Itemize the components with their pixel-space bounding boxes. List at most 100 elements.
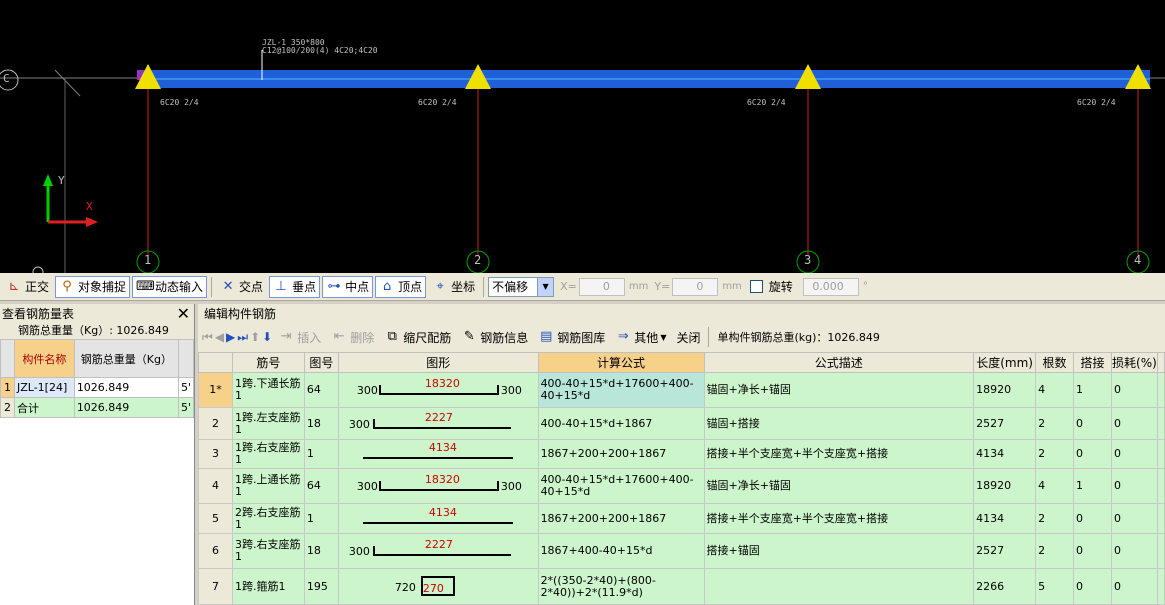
formula-desc[interactable]: 搭接+锚固 bbox=[703, 533, 975, 569]
component-name[interactable]: 合计 bbox=[14, 397, 75, 418]
fig-no[interactable]: 1 bbox=[303, 503, 339, 534]
fig-no[interactable]: 1 bbox=[303, 439, 339, 469]
bar-name[interactable]: 2跨.右支座筋1 bbox=[231, 503, 305, 534]
formula[interactable]: 1867+200+200+1867 bbox=[537, 439, 705, 469]
next-record-icon[interactable]: ▶ bbox=[226, 330, 235, 344]
count[interactable]: 2 bbox=[1035, 503, 1075, 534]
rebar-info-button[interactable]: ✎ 钢筋信息 bbox=[457, 326, 532, 348]
rotate-input[interactable]: 0.000 bbox=[802, 277, 859, 296]
formula-desc[interactable] bbox=[703, 568, 975, 605]
col-header-lap[interactable]: 搭接 bbox=[1073, 352, 1112, 373]
col-header-length[interactable]: 长度(mm) bbox=[973, 352, 1037, 373]
count[interactable]: 2 bbox=[1035, 439, 1075, 469]
lap[interactable]: 0 bbox=[1073, 439, 1112, 469]
scale-rebar-button[interactable]: ⧉ 缩尺配筋 bbox=[380, 326, 455, 348]
shape-cell[interactable]: 300 18320 300 bbox=[337, 372, 539, 408]
formula[interactable]: 2*((350-2*40)+(800-2*40))+2*(11.9*d) bbox=[537, 568, 705, 605]
rotate-checkbox[interactable] bbox=[749, 280, 763, 293]
count[interactable]: 2 bbox=[1035, 407, 1075, 440]
formula[interactable]: 1867+400-40+15*d bbox=[537, 533, 705, 569]
table-row[interactable]: 1* 1跨.下通长筋1 64 300 18320 300 400-40+15*d… bbox=[198, 372, 1165, 408]
fig-no[interactable]: 195 bbox=[303, 568, 339, 605]
formula-desc[interactable]: 锚固+净长+锚固 bbox=[703, 372, 975, 408]
fig-no[interactable]: 18 bbox=[303, 407, 339, 440]
bar-name[interactable]: 1跨.下通长筋1 bbox=[231, 372, 305, 408]
shape-cell[interactable]: 300 18320 300 bbox=[337, 468, 539, 504]
bar-name[interactable]: 1跨.右支座筋1 bbox=[231, 439, 305, 469]
shape-cell[interactable]: 720 270 bbox=[337, 568, 539, 605]
count[interactable]: 2 bbox=[1035, 533, 1075, 569]
bar-name[interactable]: 1跨.上通长筋1 bbox=[231, 468, 305, 504]
close-button[interactable]: 关闭 bbox=[672, 326, 704, 348]
formula[interactable]: 400-40+15*d+17600+400-40+15*d bbox=[537, 372, 705, 408]
formula[interactable]: 1867+200+200+1867 bbox=[537, 503, 705, 534]
cad-drawing-area[interactable]: JZL-1 350*800 C12@100/200(4) 4C20;4C20 C… bbox=[0, 0, 1165, 273]
col-header-loss[interactable]: 损耗(%) bbox=[1110, 352, 1158, 373]
col-header-shape[interactable]: 图形 bbox=[337, 352, 539, 373]
midpoint-button[interactable]: ⊶ 中点 bbox=[322, 275, 374, 298]
formula[interactable]: 400-40+15*d+1867 bbox=[537, 407, 705, 440]
dynamic-input-button[interactable]: ⌨ 动态输入 bbox=[132, 275, 208, 298]
shape-cell[interactable]: 300 2227 bbox=[337, 533, 539, 569]
object-snap-button[interactable]: ⚲ 对象捕捉 bbox=[55, 275, 131, 298]
col-header-formula[interactable]: 计算公式 bbox=[537, 352, 705, 373]
formula-desc[interactable]: 搭接+半个支座宽+半个支座宽+搭接 bbox=[703, 439, 975, 469]
formula-desc[interactable]: 锚固+搭接 bbox=[703, 407, 975, 440]
bar-name[interactable]: 3跨.右支座筋1 bbox=[231, 533, 305, 569]
x-offset-input[interactable]: 0 bbox=[578, 277, 625, 296]
formula-desc[interactable]: 搭接+半个支座宽+半个支座宽+搭接 bbox=[703, 503, 975, 534]
formula[interactable]: 400-40+15*d+17600+400-40+15*d bbox=[537, 468, 705, 504]
shape-cell[interactable]: 4134 bbox=[337, 503, 539, 534]
delete-button[interactable]: ⇤ 删除 bbox=[327, 326, 378, 348]
rebar-library-button[interactable]: ▤ 钢筋图库 bbox=[534, 326, 609, 348]
bar-name[interactable]: 1跨.左支座筋1 bbox=[231, 407, 305, 440]
loss[interactable]: 0 bbox=[1110, 503, 1158, 534]
formula-desc[interactable]: 锚固+净长+锚固 bbox=[703, 468, 975, 504]
loss[interactable]: 0 bbox=[1110, 468, 1158, 504]
last-record-icon[interactable]: ⏭ bbox=[237, 330, 248, 345]
fig-no[interactable]: 64 bbox=[303, 372, 339, 408]
col-header-name[interactable]: 构件名称 bbox=[14, 339, 75, 378]
prev-record-icon[interactable]: ◀ bbox=[215, 330, 224, 344]
loss[interactable]: 0 bbox=[1110, 407, 1158, 440]
insert-button[interactable]: ⇥ 插入 bbox=[274, 326, 325, 348]
intersection-button[interactable]: ✕ 交点 bbox=[216, 276, 267, 298]
fig-no[interactable]: 64 bbox=[303, 468, 339, 504]
perpendicular-button[interactable]: ⊥ 垂点 bbox=[269, 275, 321, 298]
col-header-count[interactable]: 根数 bbox=[1035, 352, 1075, 373]
offset-select[interactable]: 不偏移 ▼ bbox=[488, 276, 555, 297]
lap[interactable]: 0 bbox=[1073, 407, 1112, 440]
other-menu-button[interactable]: ⇒ 其他 ▼ bbox=[611, 326, 670, 348]
lap[interactable]: 1 bbox=[1073, 372, 1112, 408]
table-row[interactable]: 7 1跨.箍筋1 195 720 270 2*((350-2*40)+(800-… bbox=[198, 568, 1165, 605]
fig-no[interactable]: 18 bbox=[303, 533, 339, 569]
count[interactable]: 4 bbox=[1035, 468, 1075, 504]
chevron-down-icon[interactable]: ▼ bbox=[537, 277, 554, 296]
coordinate-button[interactable]: ⌖ 坐标 bbox=[428, 276, 479, 298]
loss[interactable]: 0 bbox=[1110, 372, 1158, 408]
shape-cell[interactable]: 300 2227 bbox=[337, 407, 539, 440]
table-row[interactable]: 3 1跨.右支座筋1 1 4134 1867+200+200+1867 搭接+半… bbox=[198, 439, 1165, 469]
table-row[interactable]: 5 2跨.右支座筋1 1 4134 1867+200+200+1867 搭接+半… bbox=[198, 503, 1165, 534]
count[interactable]: 4 bbox=[1035, 372, 1075, 408]
col-header-fig-no[interactable]: 图号 bbox=[303, 352, 339, 373]
col-header-formula-desc[interactable]: 公式描述 bbox=[703, 352, 975, 373]
lap[interactable]: 0 bbox=[1073, 503, 1112, 534]
loss[interactable]: 0 bbox=[1110, 439, 1158, 469]
lap[interactable]: 0 bbox=[1073, 568, 1112, 605]
component-name[interactable]: JZL-1[24] bbox=[14, 377, 75, 398]
ortho-button[interactable]: ⊾ 正交 bbox=[2, 276, 53, 298]
table-row[interactable]: 4 1跨.上通长筋1 64 300 18320 300 400-40+15*d+… bbox=[198, 468, 1165, 504]
table-row[interactable]: 1 JZL-1[24] 1026.849 5' bbox=[0, 377, 195, 398]
loss[interactable]: 0 bbox=[1110, 533, 1158, 569]
col-header-weight[interactable]: 钢筋总重量（Kg） bbox=[73, 339, 179, 378]
col-header-bar-no[interactable]: 筋号 bbox=[231, 352, 305, 373]
shape-cell[interactable]: 4134 bbox=[337, 439, 539, 469]
move-up-icon[interactable]: ⬆ bbox=[250, 330, 260, 344]
y-offset-input[interactable]: 0 bbox=[672, 277, 719, 296]
close-icon[interactable]: ✕ bbox=[177, 304, 190, 323]
count[interactable]: 5 bbox=[1035, 568, 1075, 605]
bar-name[interactable]: 1跨.箍筋1 bbox=[231, 568, 305, 605]
table-row[interactable]: 2 合计 1026.849 5' bbox=[0, 397, 195, 418]
lap[interactable]: 0 bbox=[1073, 533, 1112, 569]
